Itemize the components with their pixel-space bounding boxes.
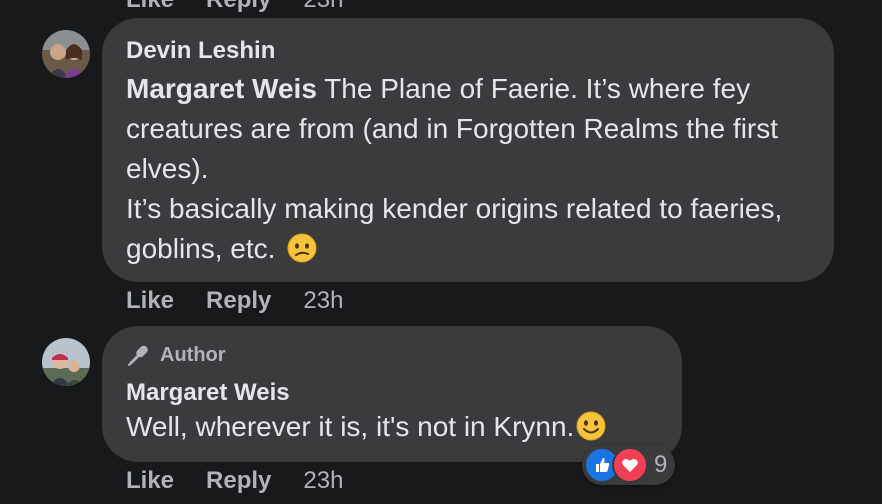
reply-button[interactable]: Reply	[206, 467, 271, 495]
confused-face-icon	[287, 233, 317, 263]
timestamp[interactable]: 23h	[303, 467, 343, 495]
comment-author[interactable]: Margaret Weis	[126, 378, 658, 408]
like-button[interactable]: Like	[126, 287, 174, 315]
comment-bubble: Author Margaret Weis Well, wherever it i…	[102, 326, 682, 462]
avatar[interactable]	[42, 338, 90, 386]
avatar-photo-icon	[42, 30, 90, 78]
reactions-summary[interactable]: 9	[582, 445, 676, 485]
reaction-count: 9	[654, 451, 668, 478]
love-icon	[612, 447, 648, 483]
previous-comment-actions: Like Reply 23h	[126, 0, 343, 14]
smiling-face-icon	[576, 411, 606, 441]
comment-actions: Like Reply 23h	[126, 467, 343, 495]
comment-text: Well, wherever it is, it's not in Krynn.	[126, 408, 658, 446]
timestamp[interactable]: 23h	[303, 287, 343, 315]
comment-bubble: Devin Leshin Margaret Weis The Plane of …	[102, 18, 834, 282]
comment-text-line: Well, wherever it is, it's not in Krynn.	[126, 411, 575, 442]
like-button[interactable]: Like	[126, 467, 174, 495]
comment-text-line2: It’s basically making kender origins rel…	[126, 193, 783, 264]
author-badge: Author	[126, 342, 658, 368]
avatar-photo-icon	[42, 338, 90, 386]
comment-text: Margaret Weis The Plane of Faerie. It’s …	[126, 69, 810, 269]
comment-author[interactable]: Devin Leshin	[126, 36, 810, 66]
reply-button[interactable]: Reply	[206, 287, 271, 315]
reply-button[interactable]: Reply	[206, 0, 271, 14]
avatar[interactable]	[42, 30, 90, 78]
author-badge-label: Author	[160, 344, 226, 366]
like-button[interactable]: Like	[126, 0, 174, 14]
microphone-icon	[128, 345, 148, 366]
comment-actions: Like Reply 23h	[126, 287, 343, 315]
timestamp: 23h	[303, 0, 343, 14]
mention-link[interactable]: Margaret Weis	[126, 73, 317, 104]
